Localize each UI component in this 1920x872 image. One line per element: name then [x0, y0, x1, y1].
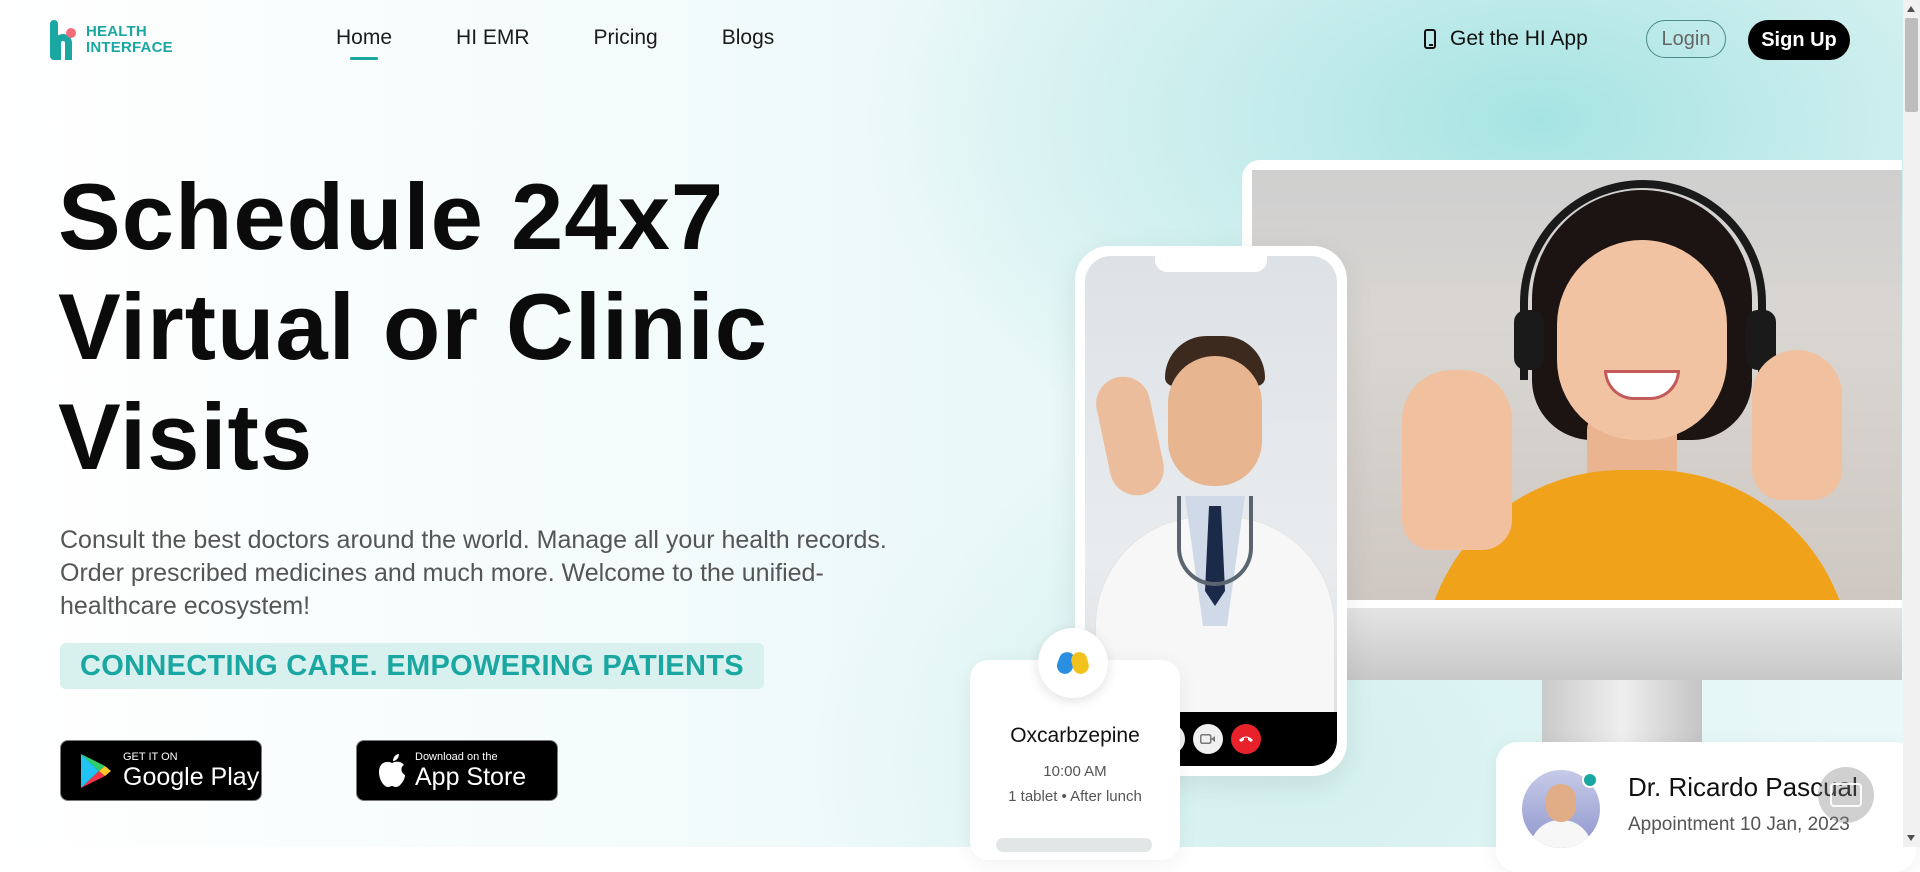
nav-hi-emr[interactable]: HI EMR	[456, 26, 530, 50]
end-call-icon	[1239, 736, 1253, 742]
hero-subtitle-line-2: Order prescribed medicines and much more…	[60, 559, 824, 587]
logo[interactable]: HEALTH INTERFACE	[48, 18, 173, 62]
login-button[interactable]: Login	[1646, 20, 1726, 58]
logo-line-2: INTERFACE	[86, 39, 173, 56]
online-status-dot	[1582, 772, 1598, 788]
medicine-name: Oxcarbzepine	[1010, 724, 1140, 747]
chat-icon	[1830, 783, 1862, 807]
medicine-time: 10:00 AM	[1043, 763, 1107, 780]
patient-video-image	[1252, 170, 1902, 600]
video-icon	[1200, 734, 1215, 744]
google-play-icon	[81, 753, 111, 788]
app-store-button[interactable]: Download on the App Store	[356, 740, 558, 801]
appointment-date: Appointment 10 Jan, 2023	[1628, 814, 1850, 835]
hero-subtitle-line-1: Consult the best doctors around the worl…	[60, 526, 887, 554]
nav-blogs[interactable]: Blogs	[722, 26, 775, 50]
nav-home[interactable]: Home	[336, 26, 392, 60]
monitor-stand	[1542, 680, 1702, 750]
google-play-big: Google Play	[123, 762, 260, 791]
logo-line-1: HEALTH	[86, 23, 147, 40]
chat-button[interactable]	[1818, 767, 1874, 823]
signup-button[interactable]: Sign Up	[1748, 20, 1850, 60]
nav-pricing[interactable]: Pricing	[594, 26, 658, 50]
logo-mark-icon	[48, 18, 80, 62]
get-app-link[interactable]: Get the HI App	[1424, 27, 1588, 51]
google-play-button[interactable]: GET IT ON Google Play	[60, 740, 262, 801]
tagline-badge: CONNECTING CARE. EMPOWERING PATIENTS	[60, 643, 764, 689]
medicine-action-bar	[996, 838, 1152, 852]
google-play-small: GET IT ON	[123, 750, 178, 763]
main-nav: Home HI EMR Pricing Blogs	[336, 26, 838, 60]
medicine-card: Oxcarbzepine 10:00 AM 1 tablet • After l…	[970, 628, 1180, 860]
pill-icon	[1038, 628, 1108, 698]
hero-title-line-2: Virtual or Clinic	[58, 274, 768, 379]
hero-title: Schedule 24x7 Virtual or Clinic Visits	[58, 162, 768, 492]
logo-text: HEALTH INTERFACE	[86, 24, 173, 56]
phone-icon	[1424, 29, 1436, 49]
medicine-dose: 1 tablet • After lunch	[1008, 788, 1142, 805]
get-app-label: Get the HI App	[1450, 27, 1588, 50]
hero-subtitle: Consult the best doctors around the worl…	[60, 524, 960, 623]
scroll-down-icon[interactable]	[1907, 835, 1915, 841]
phone-notch	[1155, 254, 1267, 272]
app-store-small: Download on the	[415, 750, 498, 763]
page-scrollbar[interactable]	[1903, 0, 1920, 847]
video-button[interactable]	[1193, 724, 1223, 754]
app-store-big: App Store	[415, 762, 527, 791]
apple-icon	[379, 753, 405, 787]
hero-title-line-3: Visits	[58, 384, 314, 489]
scroll-up-icon[interactable]	[1907, 6, 1915, 12]
end-call-button[interactable]	[1231, 724, 1261, 754]
hero-title-line-1: Schedule 24x7	[58, 164, 725, 269]
hero-subtitle-line-3: healthcare ecosystem!	[60, 592, 311, 620]
scrollbar-thumb[interactable]	[1905, 18, 1918, 112]
